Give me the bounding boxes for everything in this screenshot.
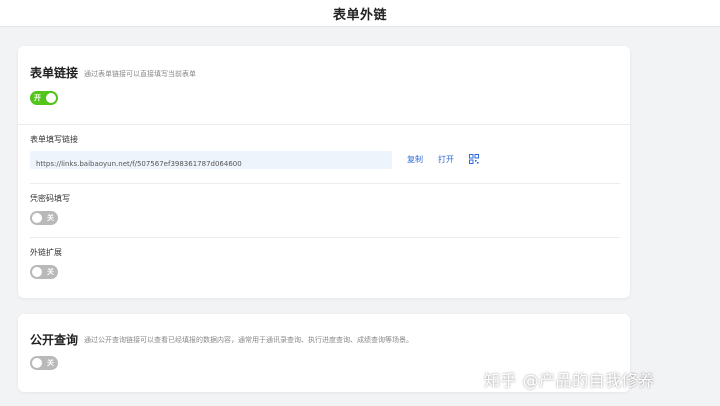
watermark-text: 知乎 @产品的自我修养 [484,371,655,390]
form-link-toggle[interactable]: 开 [30,91,58,105]
public-query-title: 公开查询 [30,333,79,347]
divider [18,124,630,125]
fill-link-field[interactable] [30,151,392,173]
form-link-title: 表单链接 [30,66,79,80]
toggle-state-text: 开 [34,94,41,102]
top-bar: 表单外链 [0,0,720,27]
link-extension-toggle[interactable]: 关 [30,265,58,279]
fill-link-input[interactable] [30,155,392,173]
password-fill-toggle[interactable]: 关 [30,211,58,225]
copy-link-button[interactable]: 复制 [407,154,423,165]
fill-link-label: 表单填写链接 [30,135,78,144]
public-query-toggle[interactable]: 关 [30,356,58,370]
page-title: 表单外链 [332,8,387,23]
toggle-state-text: 关 [47,268,54,276]
toggle-knob [46,93,56,103]
open-link-button[interactable]: 打开 [438,154,454,165]
link-extension-label: 外链扩展 [30,248,62,257]
form-link-card: 表单链接 通过表单链接可以直接填写当前表单 开 表单填写链接 复制 打开 凭密码… [18,46,630,298]
divider [30,237,620,238]
password-fill-label: 凭密码填写 [30,194,70,203]
toggle-knob [32,358,42,368]
toggle-knob [32,213,42,223]
qrcode-icon[interactable] [469,154,479,164]
public-query-description: 通过公开查询链接可以查看已经填报的数据内容，通常用于通讯录查询、执行进度查询、成… [84,336,413,344]
toggle-state-text: 关 [47,359,54,367]
toggle-knob [32,267,42,277]
divider [30,183,620,184]
toggle-state-text: 关 [47,214,54,222]
form-link-description: 通过表单链接可以直接填写当前表单 [84,70,196,78]
